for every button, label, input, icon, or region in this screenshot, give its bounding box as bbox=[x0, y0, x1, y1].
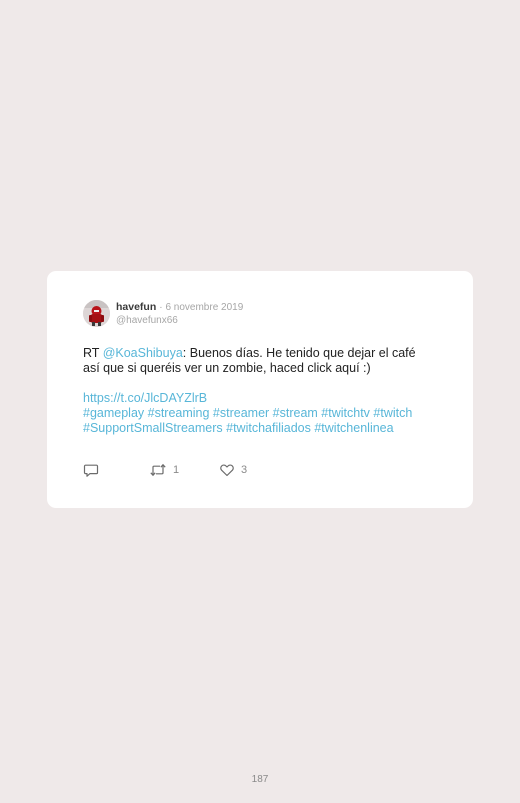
date-separator: · bbox=[159, 302, 163, 313]
display-name[interactable]: havefun bbox=[116, 301, 156, 313]
user-handle[interactable]: @havefunx66 bbox=[116, 315, 178, 327]
tweet-links: https://t.co/JlcDAYZlrB #gameplay #strea… bbox=[83, 391, 453, 436]
like-button[interactable]: 3 bbox=[219, 462, 247, 478]
avatar[interactable] bbox=[83, 300, 110, 327]
retweet-count: 1 bbox=[173, 464, 180, 476]
page-number: 187 bbox=[251, 774, 269, 785]
like-count: 3 bbox=[241, 464, 248, 476]
tweet-date[interactable]: 6 novembre 2019 bbox=[165, 302, 243, 313]
tweet-actions: 1 3 bbox=[83, 462, 343, 478]
tweet-text: RT @KoaShibuya: Buenos días. He tenido q… bbox=[83, 346, 443, 376]
tweet-card: havefun · 6 novembre 2019 @havefunx66 RT… bbox=[47, 271, 473, 508]
author-line: havefun · 6 novembre 2019 bbox=[116, 301, 243, 314]
reply-button[interactable] bbox=[83, 462, 99, 478]
retweet-prefix: RT bbox=[83, 346, 103, 360]
avatar-image bbox=[83, 300, 110, 327]
speech-bubble-icon bbox=[83, 464, 99, 477]
hashtags-line-1[interactable]: #gameplay #streaming #streamer #stream #… bbox=[83, 406, 453, 421]
tweet-text-line-2: así que si queréis ver un zombie, haced … bbox=[83, 361, 371, 375]
retweet-button[interactable]: 1 bbox=[149, 462, 179, 478]
heart-icon bbox=[220, 464, 234, 477]
url-link[interactable]: https://t.co/JlcDAYZlrB bbox=[83, 391, 453, 406]
tweet-text-line-1: RT @KoaShibuya: Buenos días. He tenido q… bbox=[83, 346, 443, 361]
mention-link[interactable]: @KoaShibuya bbox=[103, 346, 183, 360]
hashtags-line-2[interactable]: #SupportSmallStreamers #twitchafiliados … bbox=[83, 421, 453, 436]
retweet-icon bbox=[150, 463, 166, 477]
tweet-text-line-1-rest: : Buenos días. He tenido que dejar el ca… bbox=[182, 346, 416, 360]
